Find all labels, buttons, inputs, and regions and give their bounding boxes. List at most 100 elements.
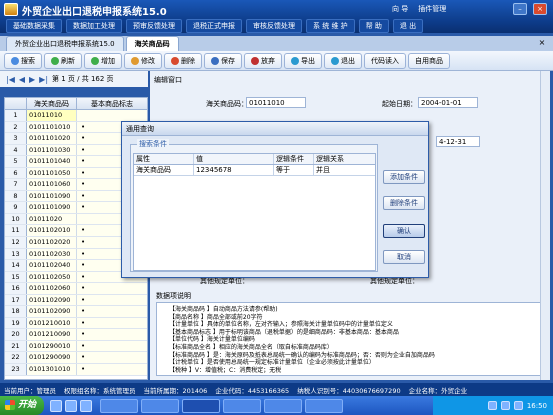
task-window[interactable]	[305, 398, 343, 413]
code-cell[interactable]: 0101102010	[27, 225, 77, 237]
own-goods-button[interactable]: 自用商品	[408, 52, 450, 69]
attr-select[interactable]: 海关商品码	[134, 165, 194, 175]
code-cell[interactable]: 0101102050	[27, 271, 77, 283]
code-cell[interactable]: 0101102020	[27, 237, 77, 248]
add-condition-button[interactable]: 添加条件	[383, 170, 425, 184]
code-cell[interactable]: 01011010	[27, 110, 77, 121]
code-cell[interactable]: 0101102090	[27, 294, 77, 306]
menu-help[interactable]: 帮 助	[358, 19, 389, 33]
cancel-button[interactable]: 取消	[383, 250, 425, 264]
code-cell[interactable]: 0101102090	[27, 306, 77, 317]
rel-select[interactable]: 并且	[314, 165, 375, 175]
code-cell[interactable]: 0101101090	[27, 202, 77, 213]
menu-data-process[interactable]: 数据加工处理	[66, 19, 122, 33]
cond-column-header: 逻辑条件	[274, 154, 314, 164]
flag-cell[interactable]: •	[77, 340, 147, 352]
plugin-link[interactable]: 插件管理	[418, 4, 446, 14]
code-cell[interactable]: 0101101060	[27, 179, 77, 190]
editor-scrollbar[interactable]	[540, 71, 550, 380]
tray-icon[interactable]	[513, 401, 523, 410]
prev-page-icon[interactable]: ◀	[19, 75, 25, 84]
task-window-active[interactable]	[182, 398, 220, 413]
code-cell[interactable]: 0101290010	[27, 340, 77, 352]
table-row[interactable]: 19 0101210010 •	[5, 317, 147, 330]
discard-button[interactable]: 放弃	[244, 52, 282, 69]
delete-button[interactable]: 删除	[164, 52, 202, 69]
task-window[interactable]	[100, 398, 138, 413]
quicklaunch-icon[interactable]	[65, 399, 77, 412]
menu-pre-review[interactable]: 预审反馈处理	[126, 19, 182, 33]
task-window[interactable]	[223, 398, 261, 413]
table-row[interactable]: 23 0101301010 •	[5, 364, 147, 376]
code-cell[interactable]: 0101101090	[27, 190, 77, 202]
add-button[interactable]: 增加	[84, 52, 122, 69]
end-date-field[interactable]: 4-12-31	[436, 136, 480, 147]
code-import-button[interactable]: 代码读入	[364, 52, 406, 69]
confirm-button[interactable]: 确认	[383, 224, 425, 238]
flag-cell[interactable]: •	[77, 306, 147, 317]
code-cell[interactable]: 0101102060	[27, 283, 77, 294]
code-cell[interactable]: 0101301010	[27, 364, 77, 375]
value-input[interactable]: 12345678	[194, 165, 274, 175]
edit-button[interactable]: 修改	[124, 52, 162, 69]
table-row[interactable]: 17 0101102090 •	[5, 294, 147, 307]
desc-line: 【计量单位 】具体的单位名称，左对齐输入；参照海关计量单位码中的计量单位定义	[169, 321, 393, 329]
next-page-icon[interactable]: ▶	[29, 75, 35, 84]
close-icon[interactable]: ×	[533, 3, 547, 15]
table-row[interactable]: 21 0101290010 •	[5, 340, 147, 353]
code-cell[interactable]: 01011020	[27, 213, 77, 225]
menu-system[interactable]: 系 统 维 护	[306, 19, 355, 33]
code-cell[interactable]: 0101101030	[27, 144, 77, 156]
table-row[interactable]: 1 01011010	[5, 110, 147, 122]
code-field[interactable]: 01011010	[246, 97, 306, 108]
task-window[interactable]	[141, 398, 179, 413]
tray-icon[interactable]	[500, 401, 510, 410]
exit-button[interactable]: 退出	[324, 52, 362, 69]
flag-cell[interactable]: •	[77, 294, 147, 306]
table-row[interactable]: 22 0101290090 •	[5, 352, 147, 365]
quicklaunch-icon[interactable]	[80, 399, 92, 412]
menu-formal-declare[interactable]: 退税正式申报	[186, 19, 242, 33]
quicklaunch-icon[interactable]	[50, 399, 62, 412]
flag-cell[interactable]: •	[77, 364, 147, 375]
refresh-button[interactable]: 刷新	[44, 52, 82, 69]
code-cell[interactable]: 0101102040	[27, 260, 77, 271]
task-window[interactable]	[264, 398, 302, 413]
cond-select[interactable]: 等于	[274, 165, 314, 175]
code-cell[interactable]: 0101101010	[27, 121, 77, 133]
code-cell[interactable]: 0101101020	[27, 133, 77, 144]
flag-cell[interactable]: •	[77, 317, 147, 329]
first-page-icon[interactable]: |◀	[6, 75, 15, 84]
tab-main[interactable]: 外贸企业出口退税申报系统15.0	[6, 36, 124, 51]
code-cell[interactable]: 0101101050	[27, 167, 77, 179]
flag-cell[interactable]	[77, 110, 147, 121]
start-button[interactable]: 开始	[0, 396, 44, 415]
tray-icon[interactable]	[487, 401, 497, 410]
code-cell[interactable]: 0101210010	[27, 317, 77, 329]
tab-customs-code[interactable]: 海关商品码	[125, 36, 179, 51]
code-cell[interactable]: 0101101040	[27, 156, 77, 167]
flag-cell[interactable]: •	[77, 329, 147, 340]
menu-audit-feedback[interactable]: 审核反馈处理	[246, 19, 302, 33]
code-column-header[interactable]: 海关商品码	[27, 98, 77, 109]
menu-basic-data[interactable]: 基础数据采集	[6, 19, 62, 33]
minimize-icon[interactable]: –	[513, 3, 527, 15]
table-row[interactable]: 16 0101102060 •	[5, 283, 147, 295]
flag-cell[interactable]: •	[77, 352, 147, 364]
code-cell[interactable]: 0101210090	[27, 329, 77, 340]
code-cell[interactable]: 0101290090	[27, 352, 77, 364]
flag-column-header[interactable]: 基本商品标志	[77, 98, 147, 109]
wizard-link[interactable]: 向 导	[392, 4, 408, 14]
code-cell[interactable]: 0101102030	[27, 248, 77, 260]
table-row[interactable]: 18 0101102090 •	[5, 306, 147, 318]
start-date-field[interactable]: 2004-01-01	[418, 97, 478, 108]
last-page-icon[interactable]: ▶|	[39, 75, 48, 84]
menu-exit[interactable]: 退 出	[392, 19, 424, 33]
export-button[interactable]: 导出	[284, 52, 322, 69]
flag-cell[interactable]: •	[77, 283, 147, 294]
delete-condition-button[interactable]: 删除条件	[383, 196, 425, 210]
close-tab-icon[interactable]: ×	[537, 38, 547, 48]
save-button[interactable]: 保存	[204, 52, 242, 69]
search-button[interactable]: 搜索	[4, 52, 42, 69]
table-row[interactable]: 20 0101210090 •	[5, 329, 147, 341]
